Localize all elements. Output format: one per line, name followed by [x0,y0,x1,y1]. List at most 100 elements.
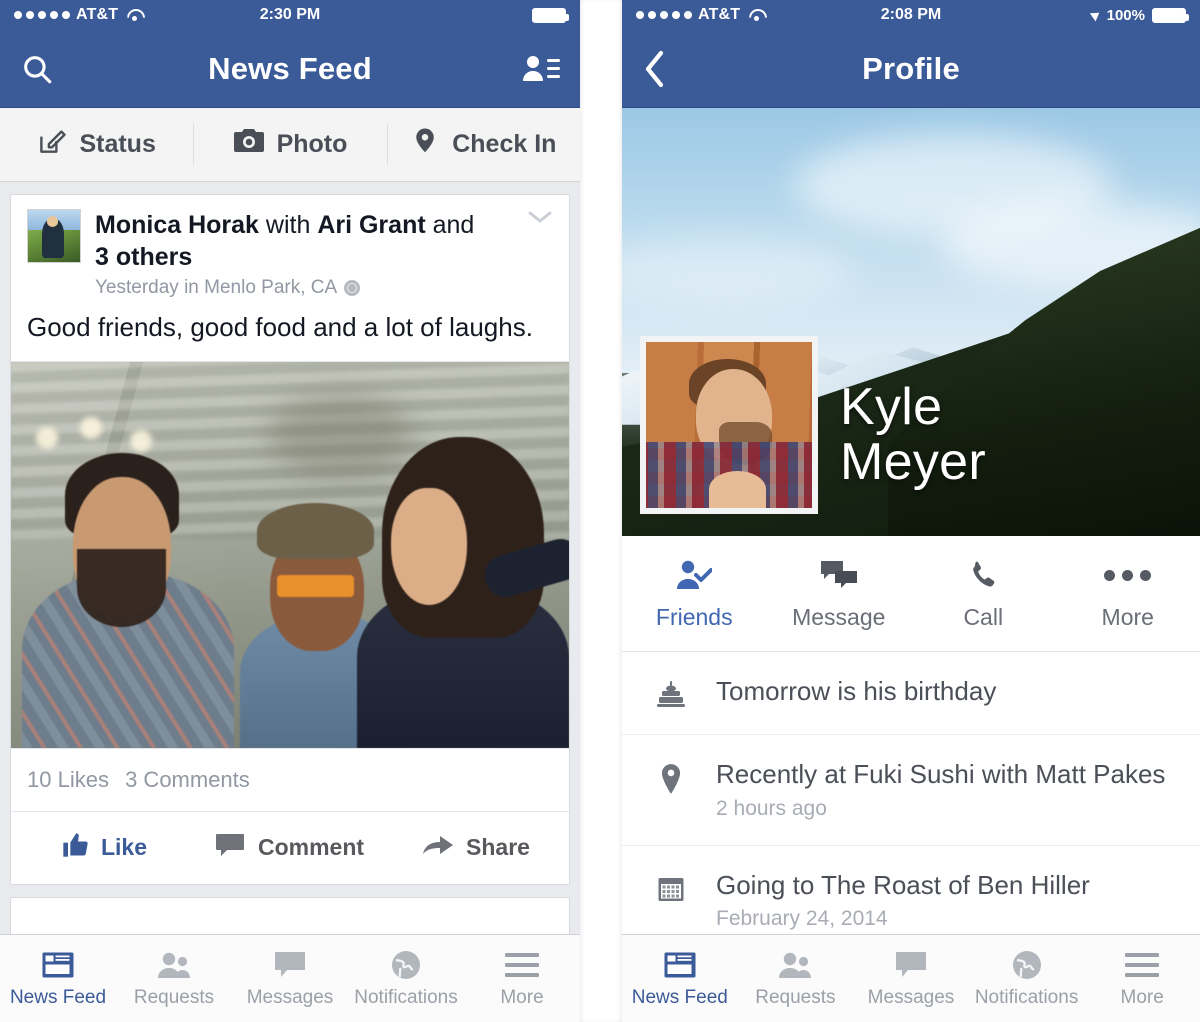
post-action-bar: Like Comment Share [11,812,569,884]
friend-list-icon[interactable] [522,53,560,85]
tab-notifications-label: Notifications [354,986,458,1008]
location-pin-icon [652,759,690,795]
tab-messages[interactable]: Messages [232,949,348,1009]
composer-photo-label: Photo [276,130,348,158]
composer-status-label: Status [79,130,156,158]
tab-requests[interactable]: Requests [738,949,854,1009]
status-bar-right-group [532,7,569,23]
phone-divider-gap [580,0,622,1022]
post-timestamp-location[interactable]: Yesterday in Menlo Park, CA [95,277,337,299]
tab-notifications[interactable]: Notifications [969,949,1085,1009]
profile-action-bar: Friends Message Call More [622,536,1200,652]
calendar-icon [652,870,690,904]
post-card-next[interactable] [10,896,570,934]
post-with-word: with [265,211,311,239]
status-bar-right: AT&T 2:08 PM 100% [622,0,1200,30]
post-others-count[interactable]: 3 others [95,243,192,271]
globe-icon [344,280,361,296]
carrier-label: AT&T [76,6,119,23]
like-button[interactable]: Like [11,812,197,884]
message-bubbles-icon [820,556,858,594]
friends-button-label: Friends [655,604,733,630]
tab-notifications-label: Notifications [974,986,1079,1008]
thumbs-up-icon [61,831,89,865]
friend-requests-icon [156,949,192,981]
info-row-checkin-subtitle: 2 hours ago [716,796,827,820]
post-header: Monica Horak with Ari Grant and 3 others… [11,195,569,307]
hamburger-menu-icon [505,949,539,981]
share-button-label: Share [466,834,530,861]
news-feed-icon [663,949,697,981]
profile-last-name: Meyer [840,432,986,491]
composer-photo-button[interactable]: Photo [193,108,386,181]
location-pin-icon [410,126,440,163]
tab-requests[interactable]: Requests [116,949,232,1009]
tab-messages[interactable]: Messages [853,949,969,1009]
signal-dots-icon [14,11,70,19]
composer-status-button[interactable]: Status [0,108,193,181]
comment-button[interactable]: Comment [197,812,383,884]
tab-news-feed[interactable]: News Feed [622,949,738,1009]
profile-name: Kyle Meyer [840,379,986,491]
tab-more[interactable]: More [1084,949,1200,1009]
composer-checkin-button[interactable]: Check In [386,108,580,181]
nav-bar-right: Profile [622,30,1200,108]
post-photo[interactable] [11,360,569,749]
page-title: Profile [862,50,960,86]
post-meta: Yesterday in Menlo Park, CA [95,277,475,299]
info-row-event-subtitle: February 24, 2014 [716,907,888,931]
info-row-birthday-title: Tomorrow is his birthday [716,676,997,706]
tab-notifications[interactable]: Notifications [348,949,464,1009]
friend-requests-icon [777,949,813,981]
notifications-globe-icon [390,949,422,981]
comment-bubble-icon [215,832,246,864]
wifi-icon [126,9,142,21]
tab-more-label: More [1120,986,1164,1008]
friends-button[interactable]: Friends [622,556,767,631]
search-icon[interactable] [20,52,54,86]
message-button[interactable]: Message [767,556,912,631]
composer-bar: Status Photo Check In [0,108,580,182]
messages-icon [895,949,927,981]
post-author-line: Monica Horak with Ari Grant and 3 others [95,209,475,273]
post-comment-count[interactable]: 3 Comments [125,767,250,792]
more-button[interactable]: More [1056,556,1200,631]
nav-bar-left: News Feed [0,30,580,108]
call-button-label: Call [963,604,1004,630]
birthday-cake-icon [652,676,690,710]
call-button[interactable]: Call [911,556,1056,631]
tab-news-feed-label: News Feed [9,986,107,1008]
phone-profile: AT&T 2:08 PM 100% Profile Kyle Meyer Fri… [622,0,1200,1022]
page-title: News Feed [208,50,372,86]
tab-news-feed[interactable]: News Feed [0,949,116,1009]
battery-icon [532,7,569,23]
post-and-word: and [432,211,475,239]
tab-more[interactable]: More [464,949,580,1009]
post-tagged-name[interactable]: Ari Grant [317,211,425,239]
tab-news-feed-label: News Feed [631,986,728,1008]
post-byline: Monica Horak with Ari Grant and 3 others… [95,209,475,299]
phone-handset-icon [967,556,999,594]
share-button[interactable]: Share [383,812,569,884]
info-row-checkin-content: Recently at Fuki Sushi with Matt Pakes 2… [716,759,1165,821]
news-feed-list[interactable]: Monica Horak with Ari Grant and 3 others… [0,182,580,934]
location-arrow-icon [1089,8,1102,22]
info-row-birthday-content: Tomorrow is his birthday [716,676,996,708]
tab-messages-label: Messages [867,986,955,1008]
avatar[interactable] [27,209,81,263]
post-author-name[interactable]: Monica Horak [95,211,259,239]
post-card: Monica Horak with Ari Grant and 3 others… [10,194,570,885]
info-row-checkin[interactable]: Recently at Fuki Sushi with Matt Pakes 2… [622,735,1200,846]
info-row-birthday[interactable]: Tomorrow is his birthday [622,652,1200,735]
ellipsis-icon [1104,556,1152,594]
chevron-left-icon[interactable] [642,49,668,89]
more-button-label: More [1101,604,1154,630]
battery-icon [1152,7,1189,23]
cover-photo[interactable]: Kyle Meyer [622,108,1200,536]
post-like-count[interactable]: 10 Likes [27,767,109,792]
status-bar-right-group: 100% [1089,7,1189,24]
carrier-label: AT&T [698,6,741,23]
tab-requests-label: Requests [755,986,836,1008]
profile-picture[interactable] [640,336,818,514]
chevron-down-icon[interactable] [527,209,553,230]
